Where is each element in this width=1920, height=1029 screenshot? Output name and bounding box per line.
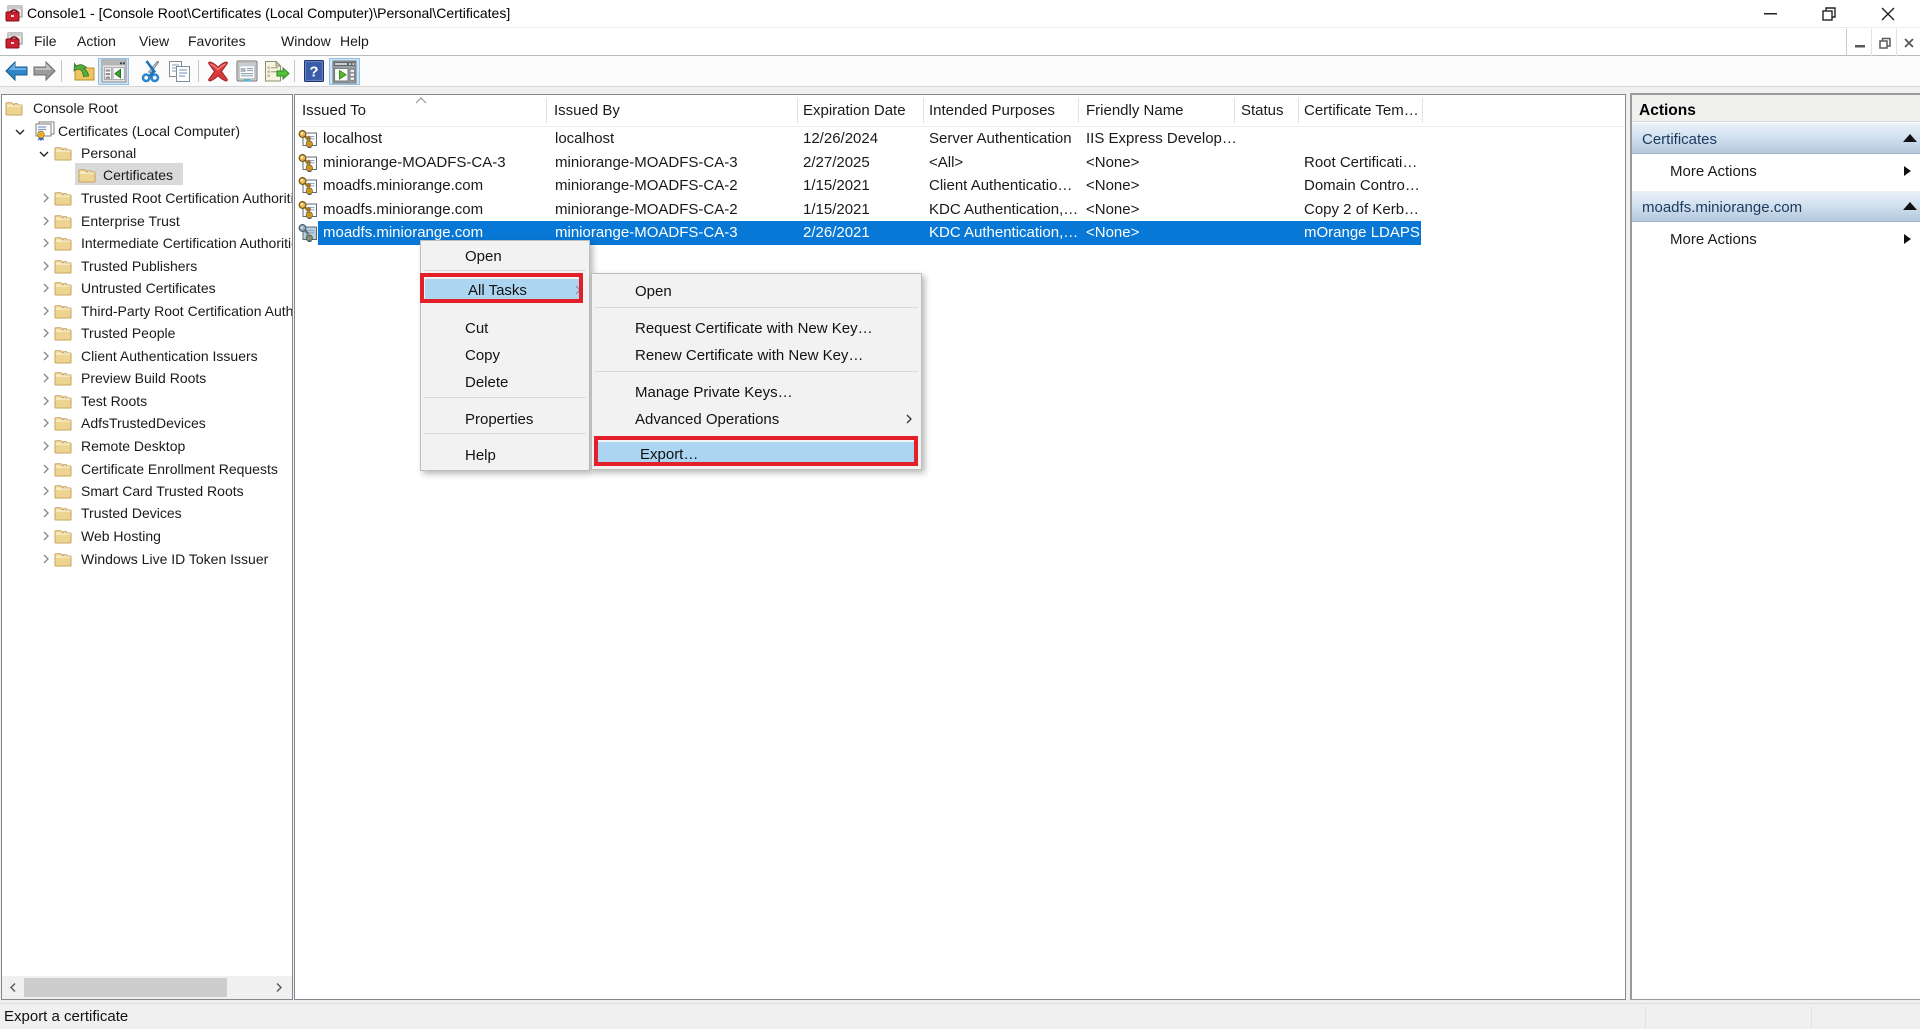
svg-text:?: ? xyxy=(309,64,318,81)
